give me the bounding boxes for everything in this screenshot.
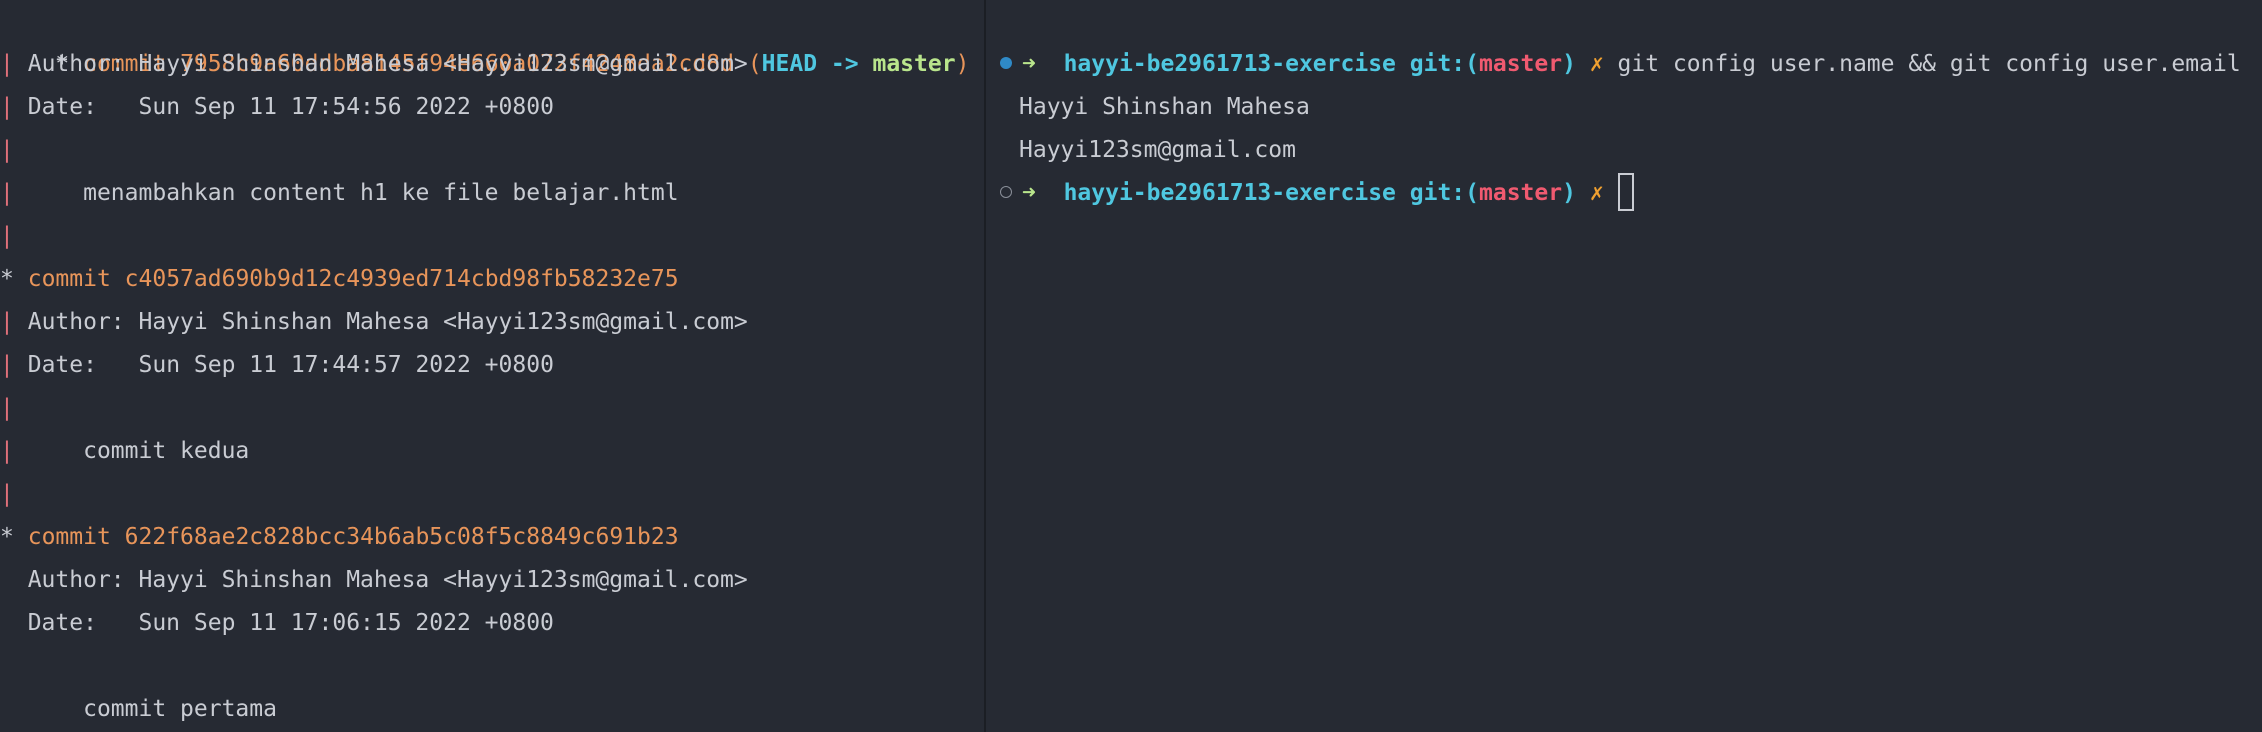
graph-star: * xyxy=(0,266,14,292)
commit-date: Date: Sun Sep 11 17:54:56 2022 +0800 xyxy=(27,94,554,120)
commit-header-line: * commit 622f68ae2c828bcc34b6ab5c08f5c88… xyxy=(0,516,679,559)
git-prefix: git:( xyxy=(1409,180,1480,206)
commit-label: commit xyxy=(27,524,111,550)
command-output: Hayyi Shinshan Mahesa xyxy=(1019,94,1310,120)
output-line: Hayyi123sm@gmail.com xyxy=(1019,129,1296,172)
commit-message-line: commit pertama xyxy=(0,688,277,731)
prompt-arrow-icon: ➜ xyxy=(1022,51,1036,77)
output-line: Hayyi Shinshan Mahesa xyxy=(1019,86,1310,129)
graph-bar: | xyxy=(0,223,14,249)
graph-spacer-line: | xyxy=(0,215,14,258)
graph-spacer-line: | xyxy=(0,387,14,430)
commit-message: commit pertama xyxy=(27,696,277,722)
git-log-pane[interactable]: * commit 7958c9a60ddba8145f94e660a072f42… xyxy=(0,0,984,732)
commit-date: Date: Sun Sep 11 17:06:15 2022 +0800 xyxy=(27,610,554,636)
graph-bar: | xyxy=(0,395,14,421)
prompt-line-active[interactable]: ➜ hayyi-be2961713-exercise git:(master) … xyxy=(1000,172,1634,215)
commit-message: menambahkan content h1 ke file belajar.h… xyxy=(27,180,679,206)
graph-bar: | xyxy=(0,309,14,335)
dirty-mark-icon: ✗ xyxy=(1589,180,1604,206)
commit-hash: c4057ad690b9d12c4939ed714cbd98fb58232e75 xyxy=(124,266,679,292)
commit-message-line: | menambahkan content h1 ke file belajar… xyxy=(0,172,679,215)
commit-date-line: | Date: Sun Sep 11 17:44:57 2022 +0800 xyxy=(0,344,554,387)
graph-spacer-line: | xyxy=(0,129,14,172)
ref-arrow: -> xyxy=(830,51,859,77)
pending-status-dot-icon xyxy=(1000,185,1012,198)
commit-author: Author: Hayyi Shinshan Mahesa <Hayyi123s… xyxy=(27,567,748,593)
ref-close: ) xyxy=(955,51,970,77)
graph-spacer-line: | xyxy=(0,473,14,516)
prompt-arrow-icon: ➜ xyxy=(1022,180,1036,206)
commit-date-line: Date: Sun Sep 11 17:06:15 2022 +0800 xyxy=(0,602,554,645)
git-suffix: ) xyxy=(1562,180,1576,206)
ref-open: ( xyxy=(747,51,762,77)
commit-author-line: Author: Hayyi Shinshan Mahesa <Hayyi123s… xyxy=(0,559,748,602)
graph-bar: | xyxy=(0,481,14,507)
command-output: Hayyi123sm@gmail.com xyxy=(1019,137,1296,163)
commit-date-line: | Date: Sun Sep 11 17:54:56 2022 +0800 xyxy=(0,86,554,129)
commit-header-line: * commit c4057ad690b9d12c4939ed714cbd98f… xyxy=(0,258,679,301)
prompt-branch: master xyxy=(1479,51,1563,77)
git-prefix: git:( xyxy=(1409,51,1480,77)
commit-author-line: | Author: Hayyi Shinshan Mahesa <Hayyi12… xyxy=(0,43,748,86)
prompt-line: ➜ hayyi-be2961713-exercise git:(master) … xyxy=(1000,43,2241,86)
commit-hash: 622f68ae2c828bcc34b6ab5c08f5c8849c691b23 xyxy=(124,524,679,550)
dirty-mark-icon: ✗ xyxy=(1589,51,1604,77)
graph-star: * xyxy=(0,524,14,550)
prompt-directory: hayyi-be2961713-exercise xyxy=(1063,180,1396,206)
branch-ref: master xyxy=(872,51,956,77)
terminal-cursor[interactable] xyxy=(1617,172,1634,211)
graph-bar: | xyxy=(0,51,14,77)
commit-message: commit kedua xyxy=(27,438,250,464)
graph-bar: | xyxy=(0,94,14,120)
graph-bar: | xyxy=(0,180,14,206)
commit-date: Date: Sun Sep 11 17:44:57 2022 +0800 xyxy=(27,352,554,378)
prompt-branch: master xyxy=(1479,180,1563,206)
commit-header-line: * commit 7958c9a60ddba8145f94e660a072f42… xyxy=(0,0,969,77)
commit-author: Author: Hayyi Shinshan Mahesa <Hayyi123s… xyxy=(27,51,748,77)
head-ref: HEAD xyxy=(761,51,818,77)
git-suffix: ) xyxy=(1562,51,1576,77)
commit-label: commit xyxy=(27,266,111,292)
command-text: git config user.name && git config user.… xyxy=(1617,51,2241,77)
terminal-pane[interactable]: ➜ hayyi-be2961713-exercise git:(master) … xyxy=(986,0,2262,732)
commit-author: Author: Hayyi Shinshan Mahesa <Hayyi123s… xyxy=(27,309,748,335)
graph-bar: | xyxy=(0,137,14,163)
commit-message-line: | commit kedua xyxy=(0,430,249,473)
command-status-dot-icon xyxy=(1000,56,1012,69)
graph-bar: | xyxy=(0,352,14,378)
prompt-directory: hayyi-be2961713-exercise xyxy=(1063,51,1396,77)
commit-author-line: | Author: Hayyi Shinshan Mahesa <Hayyi12… xyxy=(0,301,748,344)
graph-bar: | xyxy=(0,438,14,464)
